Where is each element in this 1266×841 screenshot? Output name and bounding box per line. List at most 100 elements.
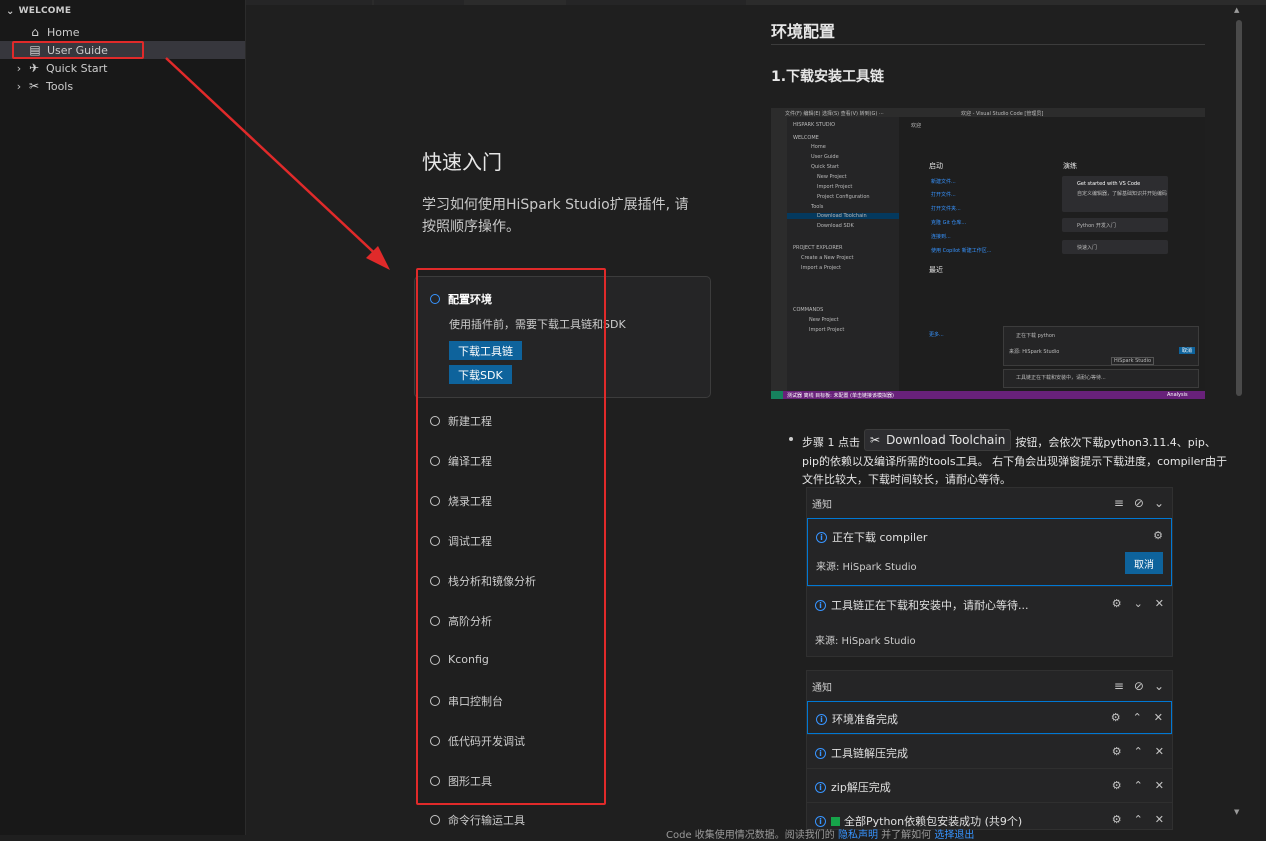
- close-icon[interactable]: ✕: [1155, 597, 1164, 610]
- step-item[interactable]: 图形工具: [430, 773, 492, 789]
- step-label: 高阶分析: [448, 615, 492, 628]
- bullet-line-1: 步骤 1 点击 ✂ Download Toolchain 按钮，会依次下载pyt…: [802, 429, 1216, 453]
- gear-icon[interactable]: ⚙: [1112, 597, 1122, 610]
- notification-item[interactable]: i 工具链解压完成 ⚙ ⌃ ✕: [807, 734, 1172, 768]
- embedded-screenshot: 文件(F) 编辑(E) 选择(S) 查看(V) 转到(G) ··· 欢迎 - V…: [771, 108, 1205, 399]
- notification-item[interactable]: i 正在下载 compiler ⚙ 来源: HiSpark Studio 取消: [807, 518, 1172, 586]
- mini-recent-heading: 最近: [929, 266, 943, 274]
- notification-item[interactable]: i 环境准备完成 ⚙ ⌃ ✕: [807, 701, 1172, 734]
- step-label: Kconfig: [448, 653, 489, 666]
- do-not-disturb-icon[interactable]: ⊘: [1134, 496, 1144, 510]
- doc-subheading: 1.下载安装工具链: [771, 69, 885, 85]
- gear-icon[interactable]: ⚙: [1112, 745, 1122, 758]
- notification-header-title: 通知: [812, 682, 832, 694]
- do-not-disturb-icon[interactable]: ⊘: [1134, 679, 1144, 693]
- step-label: 栈分析和镜像分析: [448, 575, 536, 588]
- sidebar-item-tools[interactable]: › ✂ Tools: [0, 77, 245, 95]
- step-label: 配置环境: [448, 293, 492, 306]
- home-icon: ⌂: [31, 25, 39, 39]
- step-item[interactable]: Kconfig: [430, 653, 489, 666]
- bullet-line-2: pip的依赖以及编译所需的tools工具。 右下角会出现弹窗提示下载进度，com…: [802, 455, 1227, 468]
- scrollbar-thumb[interactable]: [1236, 20, 1242, 396]
- mini-tree-item: Project Configuration: [817, 194, 870, 200]
- close-icon[interactable]: ✕: [1155, 779, 1164, 792]
- close-icon[interactable]: ✕: [1155, 745, 1164, 758]
- step-description: 使用插件前，需要下载工具链和SDK: [449, 318, 626, 331]
- mini-tooltip: HiSpark Studio: [1111, 357, 1155, 365]
- step-item[interactable]: 烧录工程: [430, 493, 492, 509]
- footer-text: Code 收集使用情况数据。阅读我们的: [666, 830, 835, 841]
- gear-icon[interactable]: ⚙: [1111, 711, 1121, 724]
- step-item[interactable]: 高阶分析: [430, 613, 492, 629]
- step-config-env[interactable]: 配置环境: [430, 291, 492, 307]
- privacy-link[interactable]: 隐私声明: [838, 830, 878, 841]
- welcome-section-header[interactable]: ⌄ WELCOME: [0, 0, 245, 22]
- close-icon[interactable]: ✕: [1155, 813, 1164, 826]
- chevron-up-icon[interactable]: ⌃: [1134, 779, 1143, 792]
- notification-item[interactable]: i 工具链正在下载和安装中，请耐心等待... ⚙ ⌄ ✕ 来源: HiSpark…: [807, 586, 1172, 656]
- scroll-down-icon[interactable]: ▼: [1234, 808, 1239, 816]
- mini-side-header: HISPARK STUDIO: [793, 122, 836, 128]
- step-item[interactable]: 低代码开发调试: [430, 733, 525, 749]
- chevron-down-icon[interactable]: ⌄: [1154, 679, 1164, 693]
- step-item[interactable]: 命令行输运工具: [430, 812, 525, 828]
- notification-source: 来源: HiSpark Studio: [816, 562, 917, 573]
- mini-walk-item: Get started with VS Code: [1077, 181, 1141, 187]
- step-circle-icon: [430, 294, 440, 304]
- notification-source: 来源: HiSpark Studio: [815, 636, 916, 647]
- mini-activity-bar: [771, 117, 787, 391]
- tab-segment[interactable]: [566, 0, 746, 5]
- gear-icon[interactable]: ⚙: [1112, 779, 1122, 792]
- mini-notif-text: 工具链正在下载和安装中，请耐心等待...: [1016, 375, 1106, 381]
- download-sdk-button[interactable]: 下载SDK: [449, 365, 512, 384]
- chevron-down-icon: ⌄: [6, 5, 15, 17]
- tab-segment[interactable]: [374, 0, 464, 5]
- gear-icon[interactable]: ⚙: [1112, 813, 1122, 826]
- sidebar-item-quick-start[interactable]: › ✈ Quick Start: [0, 59, 245, 77]
- cancel-button[interactable]: 取消: [1125, 552, 1163, 574]
- step-item[interactable]: 新建工程: [430, 413, 492, 429]
- sidebar-item-user-guide[interactable]: ▤ User Guide: [0, 41, 245, 59]
- mini-sidebar: [787, 117, 899, 391]
- mini-project-explorer: PROJECT EXPLORER: [793, 245, 843, 251]
- step-circle-icon: [430, 815, 440, 825]
- scroll-up-icon[interactable]: ▲: [1234, 6, 1239, 14]
- chevron-up-icon[interactable]: ⌃: [1133, 711, 1142, 724]
- tab-segment[interactable]: [246, 0, 372, 5]
- step-circle-icon: [430, 576, 440, 586]
- info-icon: i: [815, 815, 826, 827]
- gear-icon[interactable]: ⚙: [1153, 529, 1163, 542]
- sidebar-item-label: Tools: [46, 79, 74, 93]
- sidebar-item-home[interactable]: ⌂ Home: [0, 23, 245, 41]
- notification-header: 通知 ≡ ⊘ ⌄: [807, 488, 1172, 518]
- info-icon: i: [816, 713, 827, 725]
- chevron-down-icon[interactable]: ⌄: [1134, 597, 1143, 610]
- chevron-down-icon[interactable]: ⌄: [1154, 496, 1164, 510]
- step-item[interactable]: 串口控制台: [430, 693, 503, 709]
- mini-tree-item: Import Project: [817, 184, 853, 190]
- info-icon: i: [815, 599, 826, 611]
- step-item[interactable]: 编译工程: [430, 453, 492, 469]
- notification-header-title: 通知: [812, 499, 832, 511]
- download-toolchain-button[interactable]: 下载工具链: [449, 341, 522, 360]
- mini-status-left: 测试器 离线 目标板: 未配置 (单击链接该模拟器): [787, 393, 894, 399]
- step-item[interactable]: 栈分析和镜像分析: [430, 573, 536, 589]
- mini-start-item: 连接到...: [931, 234, 951, 240]
- chevron-up-icon[interactable]: ⌃: [1134, 813, 1143, 826]
- bullet-suffix: 按钮，会依次下载python3.11.4、pip、: [1015, 436, 1216, 449]
- close-icon[interactable]: ✕: [1154, 711, 1163, 724]
- bullet-line-3: 文件比较大，下载时间较长，请耐心等待。: [802, 473, 1011, 486]
- notification-item[interactable]: i zip解压完成 ⚙ ⌃ ✕: [807, 768, 1172, 802]
- step-label: 烧录工程: [448, 495, 492, 508]
- clear-all-icon[interactable]: ≡: [1114, 679, 1124, 693]
- notification-text: 工具链正在下载和安装中，请耐心等待...: [831, 599, 1029, 612]
- step-item[interactable]: 调试工程: [430, 533, 492, 549]
- chevron-up-icon[interactable]: ⌃: [1134, 745, 1143, 758]
- step-circle-icon: [430, 696, 440, 706]
- step-circle-icon: [430, 536, 440, 546]
- opt-out-link[interactable]: 选择退出: [934, 830, 974, 841]
- clear-all-icon[interactable]: ≡: [1114, 496, 1124, 510]
- notification-header: 通知 ≡ ⊘ ⌄: [807, 671, 1172, 701]
- mini-tree-item: Download SDK: [817, 223, 854, 229]
- notification-text: zip解压完成: [831, 781, 891, 794]
